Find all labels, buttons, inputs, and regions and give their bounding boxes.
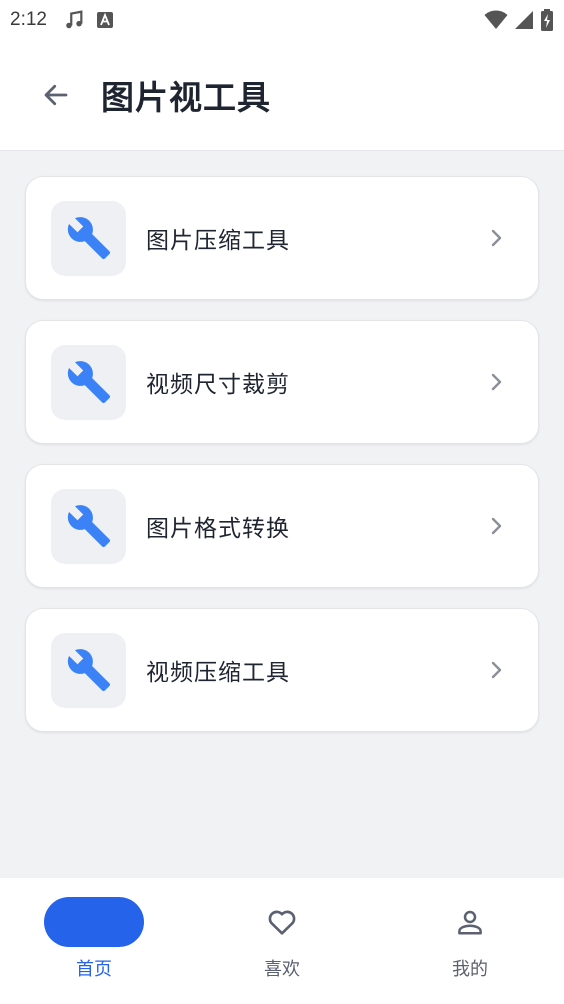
chevron-right-icon	[490, 371, 504, 393]
wifi-icon	[484, 10, 508, 30]
app-screen: 2:12 图片视工具 图片压缩工具 视频尺寸裁剪 图片格式转换 视频压缩工具 首…	[0, 0, 564, 1004]
nav-item-home[interactable]: 首页	[0, 878, 188, 1004]
status-system-icons	[484, 9, 554, 31]
chevron-right-icon	[490, 227, 504, 249]
tool-icon-box	[51, 344, 126, 420]
tool-label: 图片压缩工具	[146, 228, 290, 254]
wrench-icon	[66, 647, 112, 693]
person-icon	[420, 897, 520, 947]
battery-charging-icon	[540, 9, 554, 31]
nav-label-home: 首页	[76, 959, 112, 980]
arrow-left-icon	[41, 80, 71, 110]
tool-item-image-format[interactable]: 图片格式转换	[25, 464, 539, 588]
nav-label-profile: 我的	[452, 959, 488, 980]
tool-label: 图片格式转换	[146, 516, 290, 542]
wrench-icon	[66, 359, 112, 405]
music-note-icon	[63, 9, 85, 31]
signal-icon	[514, 10, 534, 30]
back-button[interactable]	[28, 67, 84, 123]
tool-label: 视频尺寸裁剪	[146, 372, 290, 398]
nav-item-profile[interactable]: 我的	[376, 878, 564, 1004]
bottom-nav: 首页 喜欢 我的	[0, 878, 564, 1004]
wrench-icon	[66, 503, 112, 549]
home-active-indicator	[44, 897, 144, 947]
status-time: 2:12	[10, 9, 47, 30]
wrench-icon	[66, 215, 112, 261]
tool-item-image-compress[interactable]: 图片压缩工具	[25, 176, 539, 300]
status-bar: 2:12	[0, 0, 564, 40]
tool-item-video-compress[interactable]: 视频压缩工具	[25, 608, 539, 732]
tool-list: 图片压缩工具 视频尺寸裁剪 图片格式转换 视频压缩工具	[25, 176, 539, 752]
status-notification-icons	[63, 9, 113, 31]
tool-label: 视频压缩工具	[146, 660, 290, 686]
nav-label-favorites: 喜欢	[264, 959, 300, 980]
page-title: 图片视工具	[101, 78, 271, 117]
tool-item-video-crop[interactable]: 视频尺寸裁剪	[25, 320, 539, 444]
tool-icon-box	[51, 488, 126, 564]
app-bar: 图片视工具	[0, 40, 564, 151]
chevron-right-icon	[490, 515, 504, 537]
tool-icon-box	[51, 200, 126, 276]
accessibility-a-icon	[96, 12, 113, 28]
tool-icon-box	[51, 632, 126, 708]
chevron-right-icon	[490, 659, 504, 681]
heart-icon	[232, 897, 332, 947]
nav-item-favorites[interactable]: 喜欢	[188, 878, 376, 1004]
